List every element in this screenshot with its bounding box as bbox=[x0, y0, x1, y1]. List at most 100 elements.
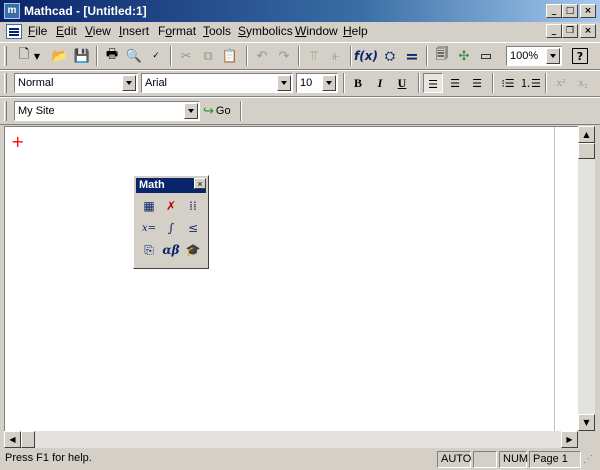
doc-close-button[interactable]: × bbox=[580, 24, 596, 38]
scrollbar-corner bbox=[578, 431, 595, 448]
toolbar-grip[interactable] bbox=[4, 101, 7, 121]
chevron-down-icon[interactable] bbox=[546, 48, 560, 64]
menu-symbolics[interactable]: Symbolics bbox=[238, 23, 293, 40]
font-size-select[interactable]: 10 bbox=[296, 73, 338, 93]
programming-palette-button[interactable]: ⎘ bbox=[139, 240, 159, 260]
insert-unit-button[interactable]: ⛭ bbox=[380, 46, 400, 66]
site-select[interactable]: My Site bbox=[14, 101, 200, 121]
boolean-palette-button[interactable]: ≤ bbox=[183, 218, 203, 238]
new-document-button[interactable]: 🗋 bbox=[14, 46, 34, 66]
doc-minimize-button[interactable]: _ bbox=[546, 24, 562, 38]
puzzle-icon: ✣ bbox=[458, 48, 470, 64]
graph-palette-button[interactable]: ✗ bbox=[161, 196, 181, 216]
subscript-button[interactable]: x₂ bbox=[573, 73, 593, 93]
chevron-down-icon[interactable] bbox=[122, 75, 136, 91]
calculator-palette-button[interactable]: ▦ bbox=[139, 196, 159, 216]
calculus-palette-button[interactable]: ∫ bbox=[161, 218, 181, 238]
symbolic-palette-button[interactable]: 🎓 bbox=[183, 240, 203, 260]
align-left-icon: ⫦ bbox=[332, 48, 340, 64]
cut-button[interactable]: ✂ bbox=[176, 46, 196, 66]
toolbar-separator bbox=[170, 46, 172, 66]
bold-button[interactable]: B bbox=[348, 73, 368, 93]
print-button[interactable]: 🖶 bbox=[102, 46, 122, 66]
status-page: Page 1 bbox=[529, 451, 581, 468]
superscript-button[interactable]: x² bbox=[551, 73, 571, 93]
evaluation-palette-button[interactable]: x= bbox=[139, 218, 159, 238]
matrix-palette-button[interactable]: ⁞⁞ bbox=[183, 196, 203, 216]
help-button[interactable]: ? bbox=[572, 48, 588, 64]
save-button[interactable]: 💾 bbox=[72, 46, 92, 66]
chevron-down-icon[interactable] bbox=[277, 75, 291, 91]
align-center-button[interactable]: ☰ bbox=[445, 73, 465, 93]
integral-icon: ∫ bbox=[167, 221, 175, 235]
go-button[interactable]: ↪ Go bbox=[203, 101, 237, 121]
align-right-icon: ☰ bbox=[472, 77, 482, 90]
window-icon: ▭ bbox=[479, 48, 493, 64]
palette-close-button[interactable]: × bbox=[194, 178, 206, 189]
menu-format[interactable]: Format bbox=[158, 23, 196, 40]
minimize-button[interactable]: _ bbox=[546, 4, 562, 18]
greek-palette-button[interactable]: αβ bbox=[161, 240, 181, 260]
open-button[interactable]: 📂 bbox=[50, 46, 70, 66]
printer-icon: 🖶 bbox=[105, 47, 119, 62]
horizontal-scroll-thumb[interactable] bbox=[21, 431, 35, 448]
electronic-book-button[interactable]: ▭ bbox=[476, 46, 496, 66]
horizontal-scrollbar[interactable]: ◀ ▶ bbox=[4, 431, 578, 448]
print-preview-button[interactable]: 🔍 bbox=[124, 46, 144, 66]
italic-button[interactable]: I bbox=[370, 73, 390, 93]
menu-insert[interactable]: Insert bbox=[119, 23, 149, 40]
chevron-down-icon[interactable] bbox=[184, 103, 198, 119]
vertical-scrollbar[interactable]: ▲ ▼ bbox=[578, 126, 595, 432]
toolbar-separator bbox=[240, 101, 242, 121]
chevron-down-icon[interactable] bbox=[322, 75, 336, 91]
maximize-icon: □ bbox=[565, 6, 575, 16]
scroll-up-button[interactable]: ▲ bbox=[578, 126, 595, 143]
zoom-select[interactable]: 100% bbox=[506, 46, 562, 66]
math-palette[interactable]: Math × ▦ ✗ ⁞⁞ x= ∫ ≤ ⎘ αβ 🎓 bbox=[133, 175, 209, 269]
scroll-right-button[interactable]: ▶ bbox=[561, 431, 578, 448]
arrow-left-icon: ◀ bbox=[9, 435, 16, 444]
numbering-button[interactable]: ⒈☰ bbox=[520, 73, 541, 93]
document-icon[interactable] bbox=[6, 24, 22, 39]
underline-button[interactable]: U bbox=[392, 73, 412, 93]
spell-check-button[interactable]: ✓ bbox=[146, 46, 166, 66]
style-select[interactable]: Normal bbox=[14, 73, 138, 93]
copy-button[interactable]: ⧉ bbox=[198, 46, 218, 66]
chevron-down-icon: ▼ bbox=[33, 51, 41, 61]
title-bar[interactable]: m Mathcad - [Untitled:1] _ □ × bbox=[0, 0, 600, 22]
toolbar-separator bbox=[418, 73, 420, 93]
menu-help[interactable]: Help bbox=[343, 23, 368, 40]
menu-window[interactable]: Window bbox=[295, 23, 338, 40]
undo-button[interactable]: ↶ bbox=[252, 46, 272, 66]
align-across-button[interactable]: ⫪ bbox=[304, 46, 324, 66]
bullets-button[interactable]: ⁝☰ bbox=[498, 73, 518, 93]
print-preview-icon: 🔍 bbox=[125, 48, 143, 64]
calculate-button[interactable]: = bbox=[402, 46, 422, 66]
align-right-button[interactable]: ☰ bbox=[467, 73, 487, 93]
font-select[interactable]: Arial bbox=[141, 73, 293, 93]
new-dropdown-button[interactable]: ▼ bbox=[32, 46, 42, 66]
paste-button[interactable]: 📋 bbox=[220, 46, 240, 66]
scroll-down-button[interactable]: ▼ bbox=[578, 414, 595, 431]
insert-function-button[interactable]: f(x) bbox=[354, 46, 378, 66]
menu-file[interactable]: File bbox=[28, 23, 47, 40]
maximize-button[interactable]: □ bbox=[562, 4, 578, 18]
toolbar-grip[interactable] bbox=[4, 46, 7, 66]
align-left-button[interactable]: ☰ bbox=[423, 73, 443, 93]
resize-grip-icon[interactable]: ⋰ bbox=[583, 453, 597, 467]
menu-edit[interactable]: Edit bbox=[56, 23, 77, 40]
menu-tools[interactable]: Tools bbox=[203, 23, 231, 40]
doc-restore-button[interactable]: ❐ bbox=[562, 24, 578, 38]
mathcad-app-icon[interactable]: m bbox=[4, 3, 20, 19]
align-down-button[interactable]: ⫦ bbox=[326, 46, 346, 66]
close-button[interactable]: × bbox=[580, 4, 596, 18]
redo-button[interactable]: ↷ bbox=[274, 46, 294, 66]
insert-component-button[interactable]: 🗐 bbox=[432, 46, 452, 66]
toolbar-separator bbox=[545, 73, 547, 93]
vertical-scroll-thumb[interactable] bbox=[578, 143, 595, 159]
scroll-left-button[interactable]: ◀ bbox=[4, 431, 21, 448]
worksheet[interactable] bbox=[4, 126, 580, 432]
resource-center-button[interactable]: ✣ bbox=[454, 46, 474, 66]
toolbar-grip[interactable] bbox=[4, 73, 7, 93]
menu-view[interactable]: View bbox=[85, 23, 111, 40]
